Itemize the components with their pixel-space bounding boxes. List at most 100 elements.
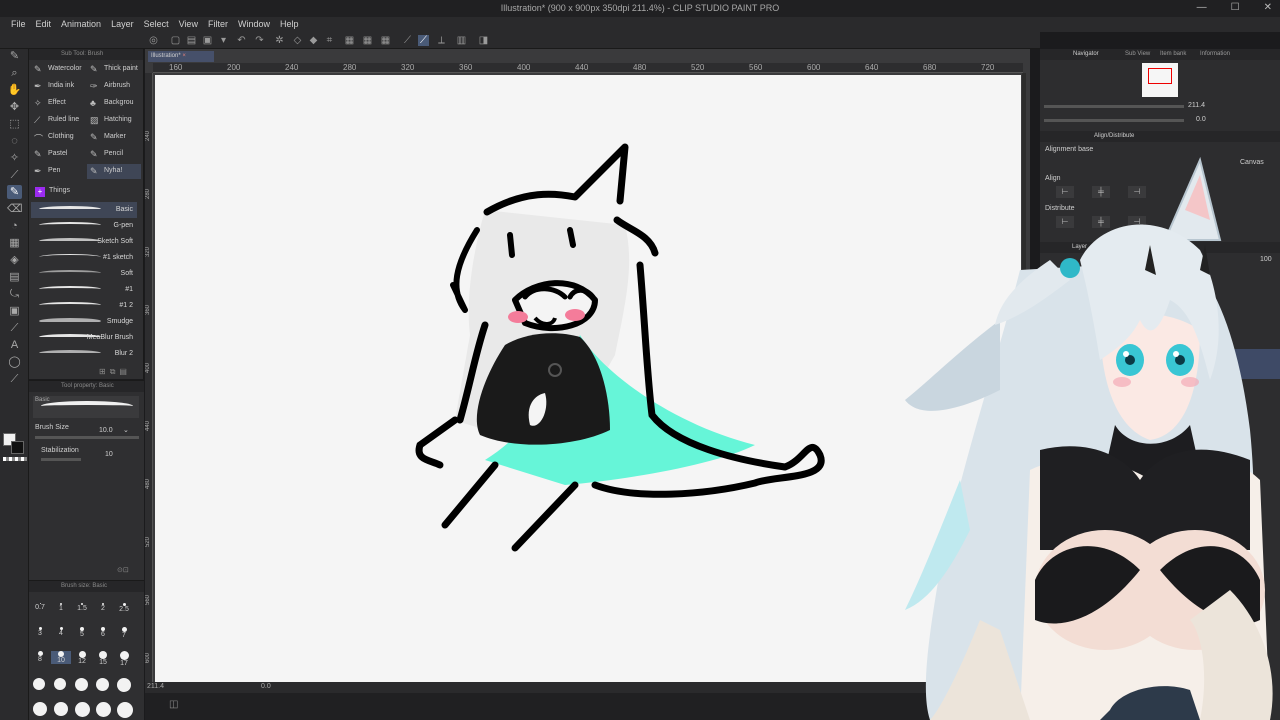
transform-icon[interactable]: ⌗ [324,35,335,46]
figure-icon[interactable]: ⤿ [7,287,22,301]
large-size-dots[interactable] [33,678,137,718]
sub-tool-background[interactable]: ♣ Backgrou [87,96,141,111]
ruler-icon[interactable]: ⟋ [402,35,413,46]
size-15[interactable]: 15 [93,651,113,666]
menu-filter[interactable]: Filter [203,17,233,32]
clip-studio-icon[interactable]: ◎ [148,35,159,46]
brush-1[interactable]: #1 [31,282,137,298]
zoom-value[interactable]: 211.4 [147,683,164,690]
navigator-zoom-slider[interactable] [1044,105,1184,108]
minimize-button[interactable]: — [1197,2,1207,13]
size-2.5[interactable]: 2.5 [114,603,134,613]
navigator-angle-slider[interactable] [1044,119,1184,122]
move-icon[interactable]: ✥ [7,100,22,114]
sub-tool-airbrush[interactable]: ✑ Airbrush [87,79,141,94]
brush-size-slider[interactable] [35,436,139,439]
menu-view[interactable]: View [174,17,203,32]
brush-smudge[interactable]: Smudge [31,314,137,330]
navigator-preview[interactable] [1142,63,1178,97]
menu-file[interactable]: File [6,17,31,32]
navigator-viewport[interactable] [1148,68,1172,84]
size-6[interactable]: 6 [93,627,113,638]
brush-size-value[interactable]: 10.0 [99,427,113,434]
brush-sketch[interactable]: #1 sketch [31,250,137,266]
layout-icon[interactable]: ◨ [478,35,489,46]
size-5[interactable]: 5 [72,627,92,638]
stabilization-slider[interactable] [41,458,81,461]
sub-tool-clothing[interactable]: ⌒ Clothing [31,130,85,145]
fill-icon[interactable]: ◆ [308,35,319,46]
tool-menu-icon[interactable]: ✎ [7,49,22,63]
document-tab[interactable]: Illustration* × [148,51,214,62]
magic-wand-icon[interactable]: ✧ [7,151,22,165]
drawing-canvas[interactable] [155,75,1021,683]
sub-tool-footer-icons[interactable]: ⊞⧉▤ [99,367,131,377]
text-icon[interactable]: A [7,338,22,352]
sub-tool-india-ink[interactable]: ✒ India ink [31,79,85,94]
zoom-icon[interactable]: ⌕ [7,66,22,80]
balloon-icon[interactable]: ◯ [7,355,22,369]
angle-value[interactable]: 0.0 [261,683,271,690]
snap-icon[interactable]: ⟋ [418,35,429,46]
things-group[interactable]: + Things [31,184,142,199]
brush-1-2[interactable]: #1 2 [31,298,137,314]
menu-animation[interactable]: Animation [56,17,106,32]
sub-tool-nyha[interactable]: ✎ Nyha! [87,164,141,179]
tool-property-settings-icon[interactable]: ⊙⊡ [117,566,129,574]
settings-icon[interactable]: ✲ [274,35,285,46]
sub-tool-hatching[interactable]: ▨ Hatching [87,113,141,128]
brush-size-dropdown-icon[interactable]: ⌄ [123,426,129,434]
sub-tool-pen[interactable]: ✒ Pen [31,164,85,179]
brush-sketch-soft[interactable]: Sketch Soft [31,234,137,250]
brush-soft[interactable]: Soft [31,266,137,282]
tab-close-icon[interactable]: × [182,53,186,59]
correct-line-icon[interactable]: ⟋ [7,372,22,386]
snap-grid-icon[interactable]: ⟂ [436,35,447,46]
menu-help[interactable]: Help [275,17,304,32]
save-dropdown-icon[interactable]: ▾ [218,35,229,46]
selection-icon[interactable]: ▦ [380,35,391,46]
lasso-icon[interactable]: ◌ [7,134,22,148]
eraser-icon[interactable]: ⌫ [7,202,23,216]
menu-window[interactable]: Window [233,17,275,32]
menu-select[interactable]: Select [139,17,174,32]
frame-icon[interactable]: ▣ [7,304,22,318]
redo-icon[interactable]: ↷ [254,35,265,46]
size-12[interactable]: 12 [72,651,92,665]
navigator-zoom[interactable]: 211.4 [1188,102,1205,109]
size-2[interactable]: 2 [93,603,113,612]
grid-icon[interactable]: ▦ [344,35,355,46]
color-swatch[interactable] [3,433,27,463]
eyedropper-icon[interactable]: ⟋ [7,168,22,182]
blend-icon[interactable]: ◔ [7,219,22,233]
sub-tool-effect[interactable]: ✧ Effect [31,96,85,111]
sub-tool-pencil[interactable]: ✎ Pencil [87,147,141,162]
undo-icon[interactable]: ↶ [236,35,247,46]
fill-tool-icon[interactable]: ◈ [7,253,22,267]
panel-icon[interactable]: ▥ [456,35,467,46]
crop-icon[interactable]: ▦ [362,35,373,46]
size-1.5[interactable]: 1.5 [72,603,92,612]
panel-toggle-icon[interactable]: ◫ [169,699,178,710]
new-file-icon[interactable]: ▢ [170,35,181,46]
size-4[interactable]: 4 [51,627,71,637]
size-3[interactable]: 3 [30,627,50,637]
maximize-button[interactable]: ☐ [1231,2,1240,13]
open-file-icon[interactable]: ▤ [186,35,197,46]
navigator-angle[interactable]: 0.0 [1196,116,1206,123]
object-icon[interactable]: ⬚ [7,117,22,131]
size-17[interactable]: 17 [114,651,134,667]
menu-edit[interactable]: Edit [31,17,57,32]
brush-blur-2[interactable]: Blur 2 [31,346,137,362]
ruler-tool-icon[interactable]: ⟋ [7,321,22,335]
sub-tool-thick-paint[interactable]: ✎ Thick paint [87,62,141,77]
brush-g-pen[interactable]: G-pen [31,218,137,234]
sub-tool-marker[interactable]: ✎ Marker [87,130,141,145]
gradient-icon[interactable]: ▤ [7,270,22,284]
size-10[interactable]: 10 [51,651,71,664]
size-7[interactable]: 7 [114,627,134,639]
brush-icon[interactable]: ✎ [7,185,22,199]
brush-meablur[interactable]: MeaBlur Brush [31,330,137,346]
decoration-icon[interactable]: ▦ [7,236,22,250]
menu-layer[interactable]: Layer [106,17,139,32]
